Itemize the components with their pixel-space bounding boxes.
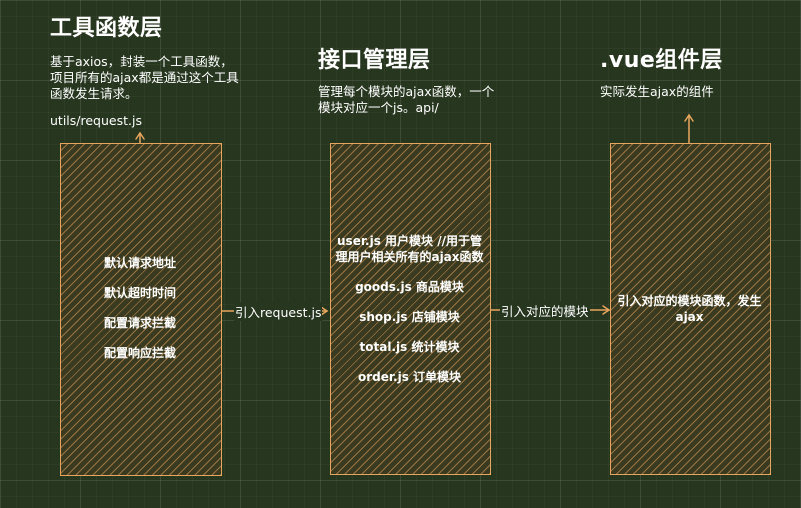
tool-item: 默认超时时间 xyxy=(103,286,176,300)
tool-layer-title: 工具函数层 xyxy=(50,16,163,41)
tool-item: 配置请求拦截 xyxy=(103,316,176,330)
vue-layer-title: .vue组件层 xyxy=(600,48,723,73)
api-item: total.js 统计模块 xyxy=(359,340,460,354)
api-item: goods.js 商品模块 xyxy=(355,280,464,294)
tool-layer-desc: 基于axios，封装一个工具函数，项目所有的ajax都是通过这个工具函数发生请求… xyxy=(50,54,239,101)
tool-layer-file: utils/request.js xyxy=(50,113,142,128)
api-layer-title: 接口管理层 xyxy=(318,48,431,73)
vue-layer-desc: 实际发生ajax的组件 xyxy=(600,84,714,99)
api-layer-desc: 管理每个模块的ajax函数，一个模块对应一个js。api/ xyxy=(318,84,495,115)
api-item: user.js 用户模块 //用于管理用户相关所有的ajax函数 xyxy=(335,234,484,264)
tool-layer-box xyxy=(60,143,222,476)
api-item: shop.js 店铺模块 xyxy=(359,310,460,324)
arrow-label-api-to-vue: 引入对应的模块 xyxy=(500,301,590,320)
arrow-label-tool-to-api: 引入request.js xyxy=(234,302,323,321)
tool-item: 配置响应拦截 xyxy=(103,346,176,360)
tool-item: 默认请求地址 xyxy=(103,256,176,270)
api-item: order.js 订单模块 xyxy=(357,370,462,384)
vue-item: 引入对应的模块函数，发生ajax xyxy=(617,294,762,324)
